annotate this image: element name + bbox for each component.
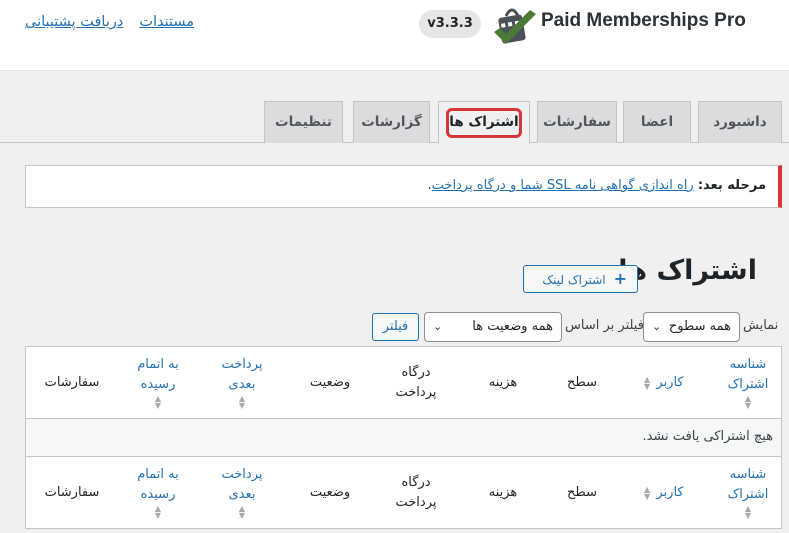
col-label: کاربر: [656, 375, 684, 390]
level-select-value: همه سطوح: [668, 319, 731, 334]
tab-subscriptions-label: اشتراک ها: [446, 108, 522, 138]
col-label: بعدی: [228, 377, 256, 392]
col-label: درگاه: [401, 475, 431, 490]
show-label: نمایش: [743, 318, 779, 333]
plugin-header: دریافت پشتیبانی مستندات v3.3.3 Paid Memb…: [0, 0, 789, 71]
sort-icon: ▲ ▼: [154, 504, 162, 520]
paid-memberships-pro-logo-icon: [494, 8, 536, 44]
tab-dashboard[interactable]: داشبورد: [698, 101, 782, 143]
col-orders: سفارشات: [44, 485, 100, 500]
subscriptions-table: شناسه اشتراک ▲ ▼ کاربر ▲ ▼ سطح هزینه درگاه…: [25, 346, 782, 529]
col-gateway: درگاه پرداخت: [386, 473, 446, 513]
col-status: وضعیت: [309, 485, 351, 500]
col-label: پرداخت: [395, 495, 437, 510]
col-orders: سفارشات: [44, 375, 100, 390]
chevron-down-icon: ⌄: [433, 320, 443, 333]
level-select[interactable]: همه سطوح ⌄: [643, 312, 740, 342]
col-label: پرداخت: [395, 385, 437, 400]
tab-subscriptions[interactable]: اشتراک ها: [438, 101, 530, 144]
notice-label: مرحله بعد:: [697, 178, 766, 193]
table-header: شناسه اشتراک ▲ ▼ کاربر ▲ ▼ سطح هزینه درگاه…: [26, 347, 781, 419]
col-status: وضعیت: [309, 375, 351, 390]
tab-settings[interactable]: تنظیمات: [264, 101, 343, 143]
sort-icon: ▲ ▼: [644, 485, 651, 501]
plus-icon: +: [613, 269, 627, 288]
tab-reports[interactable]: گزارشات: [353, 101, 430, 143]
sort-icon: ▲ ▼: [744, 504, 752, 520]
col-label: شناسه: [729, 467, 767, 482]
col-label: اشتراک: [727, 487, 769, 502]
admin-tabs: داشبورد اعضا سفارشات اشتراک ها گزارشات ت…: [0, 101, 789, 144]
sort-icon: ▲ ▼: [154, 394, 162, 410]
tab-orders[interactable]: سفارشات: [537, 101, 617, 143]
ssl-setup-link[interactable]: راه اندازی گواهی نامه SSL شما و درگاه پر…: [432, 178, 694, 193]
sort-icon: ▲ ▼: [238, 504, 246, 520]
col-user[interactable]: کاربر: [654, 483, 686, 503]
filter-by-label: فیلتر بر اساس: [565, 318, 644, 333]
status-select[interactable]: همه وضعیت ها ⌄: [424, 312, 562, 342]
next-step-notice: مرحله بعد: راه اندازی گواهی نامه SSL شما…: [25, 165, 782, 208]
col-subscription-id[interactable]: شناسه اشتراک ▲ ▼: [719, 465, 777, 520]
add-subscription-link-button[interactable]: + اشتراک لینک: [523, 265, 638, 293]
col-gateway: درگاه پرداخت: [386, 363, 446, 403]
col-level: سطح: [567, 485, 597, 500]
sort-icon: ▲ ▼: [238, 394, 246, 410]
col-next-payment[interactable]: پرداخت بعدی ▲ ▼: [214, 465, 270, 520]
version-badge: v3.3.3: [419, 10, 481, 38]
col-label: کاربر: [656, 485, 684, 500]
sort-icon: ▲ ▼: [644, 375, 651, 391]
col-label: اشتراک: [727, 377, 769, 392]
col-ended[interactable]: به اتمام رسیده ▲ ▼: [130, 465, 186, 520]
col-ended[interactable]: به اتمام رسیده ▲ ▼: [130, 355, 186, 410]
chevron-down-icon: ⌄: [652, 320, 662, 333]
empty-row: هیچ اشتراکی یافت نشد.: [26, 419, 781, 456]
table-footer: شناسه اشتراک ▲ ▼ کاربر ▲ ▼ سطح هزینه درگاه…: [26, 456, 781, 528]
col-fee: هزینه: [488, 375, 518, 390]
col-label: به اتمام: [137, 467, 179, 482]
header-links: دریافت پشتیبانی مستندات: [25, 14, 194, 30]
support-link[interactable]: دریافت پشتیبانی: [25, 14, 123, 30]
page-title: اشتراک ها: [618, 255, 757, 286]
col-label: شناسه: [729, 357, 767, 372]
col-subscription-id[interactable]: شناسه اشتراک ▲ ▼: [719, 355, 777, 410]
add-button-label: اشتراک لینک: [542, 273, 606, 287]
col-label: رسیده: [140, 487, 176, 502]
col-level: سطح: [567, 375, 597, 390]
col-label: پرداخت: [221, 357, 263, 372]
col-label: درگاه: [401, 365, 431, 380]
col-user[interactable]: کاربر: [654, 373, 686, 393]
col-label: پرداخت: [221, 467, 263, 482]
status-select-value: همه وضعیت ها: [472, 319, 553, 334]
col-fee: هزینه: [488, 485, 518, 500]
tab-members[interactable]: اعضا: [623, 101, 691, 143]
sort-icon: ▲ ▼: [744, 394, 752, 410]
brand-name: Paid Memberships Pro: [541, 10, 746, 31]
filter-button[interactable]: فیلتر: [372, 313, 419, 341]
col-label: رسیده: [140, 377, 176, 392]
col-label: به اتمام: [137, 357, 179, 372]
col-next-payment[interactable]: پرداخت بعدی ▲ ▼: [214, 355, 270, 410]
col-label: بعدی: [228, 487, 256, 502]
docs-link[interactable]: مستندات: [139, 14, 194, 30]
